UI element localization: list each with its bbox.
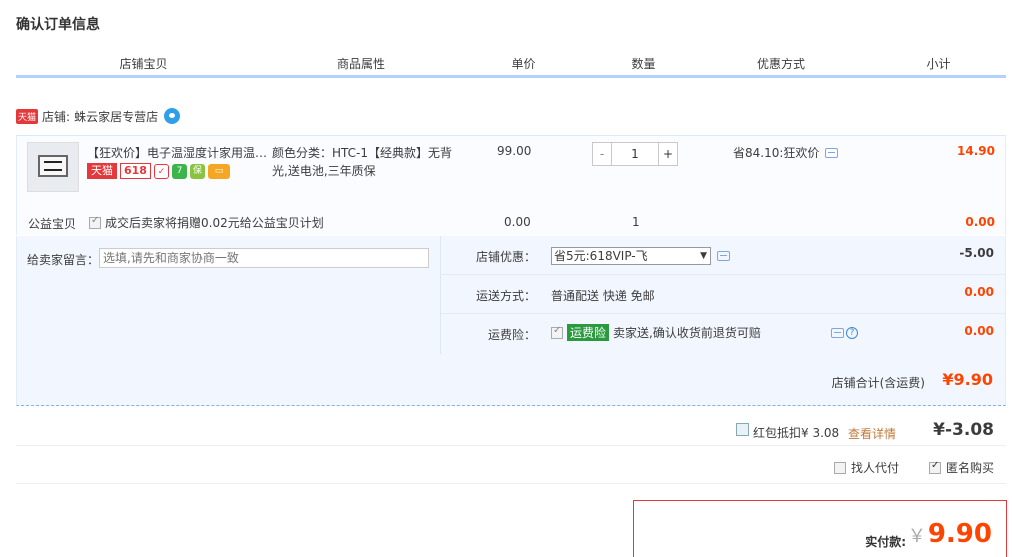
shop-discount-label: 店铺优惠： — [475, 250, 536, 264]
guarantee-icon[interactable]: 保 — [189, 163, 205, 179]
payment-amount: ￥9.90 — [908, 519, 992, 549]
item-price: 99.00 — [497, 144, 532, 158]
shield-icon[interactable]: ✓ — [153, 163, 169, 179]
item-subtotal: 14.90 — [957, 144, 995, 158]
tmall-tag: 天猫 — [16, 108, 39, 124]
order-options-panel: 店铺优惠： 省5元:618VIP-飞 ▼ -5.00 运送方式： 普通配送 快递… — [441, 236, 1006, 354]
payment-value: 9.90 — [927, 519, 992, 549]
item-title-link[interactable]: 【狂欢价】电子温湿度计家用温… — [87, 144, 272, 161]
message-icon[interactable] — [825, 147, 839, 158]
shipping-row: 运送方式： 普通配送 快递 免邮 0.00 — [441, 275, 1006, 314]
order-item: 【狂欢价】电子温湿度计家用温… 天猫 618 ✓ 7 保 ▭ 颜色分类：HTC-… — [16, 135, 1006, 235]
col-subtotal: 小计 — [926, 57, 951, 71]
charity-subtotal: 0.00 — [965, 215, 995, 229]
insurance-help: ? — [831, 327, 858, 339]
proxy-pay-option[interactable]: 找人代付 — [834, 459, 899, 476]
tmall-badge: 天猫 — [87, 163, 117, 179]
promo-text: 省84.10:狂欢价 — [733, 146, 820, 160]
red-packet-amount: ¥-3.08 — [933, 420, 994, 440]
item-thumbnail[interactable] — [27, 142, 79, 192]
col-price: 单价 — [511, 57, 536, 71]
charity-quantity: 1 — [632, 215, 640, 229]
red-packet-row: 红包抵扣¥ 3.08 查看详情 ¥-3.08 — [16, 414, 1006, 446]
proxy-pay-checkbox[interactable] — [834, 461, 846, 474]
shop-name-link[interactable]: 蛛云家居专营店 — [74, 108, 158, 125]
insurance-amount: 0.00 — [964, 324, 994, 338]
insurance-option: 运费险 卖家送,确认收货前退货可赔 — [551, 324, 761, 341]
payment-summary: 实付款: ￥9.90 — [633, 500, 1007, 557]
insurance-text: 卖家送,确认收货前退货可赔 — [613, 326, 761, 340]
shop-row: 天猫 店铺: 蛛云家居专营店 — [16, 106, 181, 126]
insurance-row: 运费险： 运费险 卖家送,确认收货前退货可赔 ? 0.00 — [441, 314, 1006, 353]
red-packet-detail-link[interactable]: 查看详情 — [848, 425, 896, 442]
item-attribute: 颜色分类：HTC-1【经典款】无背光,送电池,三年质保 — [272, 146, 452, 178]
anonymous-checkbox[interactable] — [929, 460, 941, 474]
quantity-minus-button[interactable]: - — [592, 142, 612, 166]
shipping-value: 普通配送 快递 免邮 — [551, 289, 655, 303]
payment-options-row: 找人代付 匿名购买 — [16, 450, 1006, 484]
shipping-label: 运送方式： — [475, 289, 536, 303]
help-icon[interactable]: ? — [846, 327, 858, 339]
shipping-amount: 0.00 — [964, 285, 994, 299]
col-quantity: 数量 — [631, 57, 656, 71]
col-item: 店铺宝贝 — [119, 57, 168, 71]
charity-check-icon[interactable] — [89, 215, 101, 229]
chevron-down-icon: ▼ — [700, 251, 707, 261]
message-input[interactable] — [99, 248, 429, 268]
col-attribute: 商品属性 — [336, 57, 385, 71]
item-promo: 省84.10:狂欢价 — [733, 144, 839, 161]
insurance-label: 运费险： — [487, 328, 536, 342]
charity-checkbox[interactable]: 成交后卖家将捐赠0.02元给公益宝贝计划 — [89, 214, 324, 231]
618-badge: 618 — [120, 163, 151, 179]
anonymous-option[interactable]: 匿名购买 — [929, 459, 994, 476]
shop-discount-amount: -5.00 — [959, 246, 994, 260]
charity-label: 公益宝贝 — [28, 217, 77, 231]
message-icon[interactable] — [831, 328, 844, 338]
seven-day-return-icon[interactable]: 7 — [171, 163, 187, 179]
page-title: 确认订单信息 — [16, 17, 100, 33]
credit-card-icon[interactable]: ▭ — [207, 163, 230, 179]
shop-discount-select[interactable]: 省5元:618VIP-飞 ▼ — [551, 247, 711, 265]
charity-price: 0.00 — [504, 215, 531, 229]
shop-discount-row: 店铺优惠： 省5元:618VIP-飞 ▼ -5.00 — [441, 236, 1006, 275]
quantity-plus-button[interactable]: + — [658, 142, 678, 166]
shop-label: 店铺: — [42, 109, 71, 124]
quantity-input[interactable]: 1 — [612, 142, 658, 166]
col-discount: 优惠方式 — [756, 57, 805, 71]
red-packet-checkbox[interactable] — [736, 423, 749, 436]
insurance-tag: 运费险 — [567, 324, 610, 341]
proxy-pay-label: 找人代付 — [851, 461, 900, 475]
shop-discount-value: 省5元:618VIP-飞 — [554, 249, 648, 263]
message-panel: 给卖家留言： — [16, 236, 441, 354]
charity-text: 成交后卖家将捐赠0.02元给公益宝贝计划 — [105, 216, 324, 230]
red-packet-text: 红包抵扣¥ 3.08 — [753, 426, 840, 440]
message-label: 给卖家留言： — [27, 253, 100, 267]
item-badges: 天猫 618 ✓ 7 保 ▭ — [87, 163, 230, 179]
chat-icon[interactable] — [164, 108, 181, 124]
column-header: 店铺宝贝 商品属性 单价 数量 优惠方式 小计 — [16, 52, 1006, 78]
shop-total: 店铺合计(含运费) ¥9.90 — [16, 354, 1006, 406]
shop-total-amount: ¥9.90 — [942, 370, 993, 389]
message-icon[interactable] — [717, 251, 730, 261]
anonymous-label: 匿名购买 — [946, 461, 995, 475]
insurance-checkbox[interactable] — [551, 325, 563, 339]
yen-symbol: ￥ — [907, 526, 926, 547]
quantity-stepper: - 1 + — [592, 142, 678, 166]
shop-total-label: 店铺合计(含运费) — [831, 376, 925, 390]
payment-label: 实付款: — [865, 535, 906, 549]
